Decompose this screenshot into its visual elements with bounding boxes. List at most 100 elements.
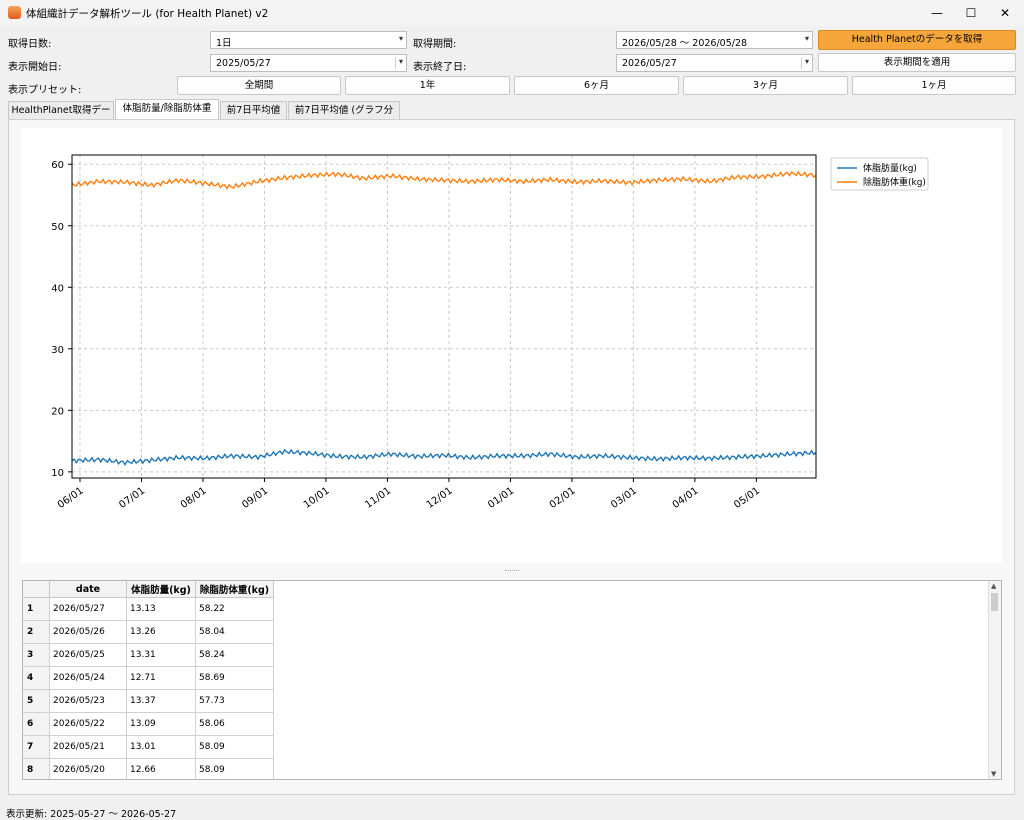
cell-fat[interactable]: 12.71 — [126, 666, 196, 690]
legend-lean: 除脂肪体重(kg) — [863, 176, 926, 188]
legend-fat: 体脂肪量(kg) — [863, 162, 917, 174]
tab-7day-avg-split[interactable]: 前7日平均値 (グラフ分割) — [288, 101, 400, 134]
cell-lean[interactable]: 58.04 — [195, 620, 274, 644]
chart-lines — [71, 170, 817, 467]
cell-date[interactable]: 2026/05/24 — [49, 666, 127, 690]
minimize-button[interactable]: — — [920, 0, 954, 26]
row-number: 5 — [23, 689, 50, 713]
tab-fat-lean[interactable]: 体脂肪量/除脂肪体重 — [115, 99, 219, 120]
start-date-picker[interactable]: 2025/05/27 ▾ — [210, 54, 407, 72]
cell-fat[interactable]: 13.13 — [126, 597, 196, 621]
series-line-fat — [71, 448, 817, 467]
start-date-label: 表示開始日: — [8, 62, 62, 73]
x-tick-label: 02/01 — [548, 485, 578, 511]
preset-1m-button[interactable]: 1ヶ月 — [852, 76, 1016, 95]
column-header-date[interactable]: date — [49, 581, 127, 598]
cell-fat[interactable]: 13.31 — [126, 643, 196, 667]
table-row[interactable]: 1 2026/05/27 13.13 58.22 — [23, 597, 274, 621]
preset-6m-button[interactable]: 6ヶ月 — [514, 76, 679, 95]
row-number: 8 — [23, 758, 50, 779]
table-row[interactable]: 2 2026/05/26 13.26 58.04 — [23, 620, 274, 644]
preset-3m-button[interactable]: 3ヶ月 — [683, 76, 848, 95]
status-bar: 表示更新: 2025-05-27 〜 2026-05-27 — [6, 809, 177, 820]
x-tick-label: 12/01 — [425, 485, 455, 511]
y-tick-label: 40 — [51, 283, 64, 294]
cell-lean[interactable]: 58.09 — [195, 758, 274, 779]
x-tick-label: 09/01 — [240, 485, 270, 511]
x-tick-label: 03/01 — [609, 485, 639, 511]
column-header-lean[interactable]: 除脂肪体重(kg) — [195, 581, 274, 598]
cell-date[interactable]: 2026/05/23 — [49, 689, 127, 713]
cell-date[interactable]: 2026/05/27 — [49, 597, 127, 621]
row-number: 4 — [23, 666, 50, 690]
y-tick-label: 20 — [51, 406, 64, 417]
y-axis: 10 20 30 40 50 60 — [51, 160, 72, 479]
scroll-thumb[interactable] — [991, 593, 998, 611]
period-label: 取得期間: — [413, 39, 457, 50]
cell-lean[interactable]: 57.73 — [195, 689, 274, 713]
table-row[interactable]: 8 2026/05/20 12.66 58.09 — [23, 758, 274, 779]
plot-frame — [71, 154, 817, 479]
cell-date[interactable]: 2026/05/21 — [49, 735, 127, 759]
apply-period-button[interactable]: 表示期間を適用 — [818, 53, 1016, 72]
preset-label: 表示プリセット: — [8, 85, 82, 96]
row-number: 2 — [23, 620, 50, 644]
days-value: 1日 — [216, 38, 232, 49]
tab-7day-avg[interactable]: 前7日平均値 — [220, 101, 287, 120]
x-tick-label: 11/01 — [363, 485, 393, 511]
series-line-lean — [71, 170, 817, 190]
cell-date[interactable]: 2026/05/25 — [49, 643, 127, 667]
cell-date[interactable]: 2026/05/26 — [49, 620, 127, 644]
x-axis: 06/01 07/01 08/01 09/01 10/01 11/01 12/01 01/01… — [56, 478, 762, 511]
table-row[interactable]: 3 2026/05/25 13.31 58.24 — [23, 643, 274, 667]
maximize-button[interactable]: ☐ — [954, 0, 988, 26]
x-tick-label: 05/01 — [732, 485, 762, 511]
end-date-label: 表示終了日: — [413, 62, 467, 73]
end-date-picker[interactable]: 2026/05/27 ▾ — [616, 54, 813, 72]
cell-lean[interactable]: 58.22 — [195, 597, 274, 621]
preset-all-button[interactable]: 全期間 — [177, 76, 341, 95]
preset-1y-button[interactable]: 1年 — [345, 76, 510, 95]
fetch-data-button[interactable]: Health Planetのデータを取得 — [818, 30, 1016, 50]
line-chart: 10 20 30 40 50 60 06/01 07/01 08/01 09/01 10/01 11… — [51, 154, 929, 511]
y-tick-label: 30 — [51, 345, 64, 356]
cell-fat[interactable]: 13.37 — [126, 689, 196, 713]
row-number: 3 — [23, 643, 50, 667]
chart-area: 10 20 30 40 50 60 06/01 07/01 08/01 09/01 10/01 11… — [21, 128, 1002, 563]
scroll-up-icon[interactable]: ▲ — [991, 582, 996, 590]
scroll-down-icon[interactable]: ▼ — [991, 770, 996, 778]
cell-fat[interactable]: 13.09 — [126, 712, 196, 736]
x-tick-label: 01/01 — [486, 485, 516, 511]
table-row[interactable]: 7 2026/05/21 13.01 58.09 — [23, 735, 274, 759]
row-number: 7 — [23, 735, 50, 759]
table-row[interactable]: 5 2026/05/23 13.37 57.73 — [23, 689, 274, 713]
close-button[interactable]: ✕ — [988, 0, 1022, 26]
chevron-down-icon: ▾ — [394, 57, 403, 69]
splitter-handle[interactable] — [505, 570, 519, 573]
cell-date[interactable]: 2026/05/22 — [49, 712, 127, 736]
cell-fat[interactable]: 12.66 — [126, 758, 196, 779]
days-label: 取得日数: — [8, 39, 52, 50]
cell-fat[interactable]: 13.26 — [126, 620, 196, 644]
chevron-down-icon: ▾ — [804, 34, 809, 43]
row-number: 6 — [23, 712, 50, 736]
y-tick-label: 50 — [51, 222, 64, 233]
legend: 体脂肪量(kg) 除脂肪体重(kg) — [830, 157, 929, 191]
period-select[interactable]: 2026/05/28 〜 2026/05/28 ▾ — [616, 31, 813, 49]
x-tick-label: 06/01 — [56, 485, 86, 511]
days-select[interactable]: 1日 ▾ — [210, 31, 407, 49]
cell-lean[interactable]: 58.24 — [195, 643, 274, 667]
cell-lean[interactable]: 58.09 — [195, 735, 274, 759]
end-date-value: 2026/05/27 — [622, 58, 677, 69]
cell-lean[interactable]: 58.06 — [195, 712, 274, 736]
y-tick-label: 60 — [51, 160, 64, 171]
cell-fat[interactable]: 13.01 — [126, 735, 196, 759]
table-row[interactable]: 4 2026/05/24 12.71 58.69 — [23, 666, 274, 690]
x-tick-label: 08/01 — [179, 485, 209, 511]
cell-date[interactable]: 2026/05/20 — [49, 758, 127, 779]
table-row[interactable]: 6 2026/05/22 13.09 58.06 — [23, 712, 274, 736]
tab-healthplanet-data[interactable]: HealthPlanet取得データ — [8, 101, 114, 134]
table-scrollbar[interactable]: ▲ ▼ — [988, 581, 1001, 779]
cell-lean[interactable]: 58.69 — [195, 666, 274, 690]
column-header-fat[interactable]: 体脂肪量(kg) — [126, 581, 196, 598]
